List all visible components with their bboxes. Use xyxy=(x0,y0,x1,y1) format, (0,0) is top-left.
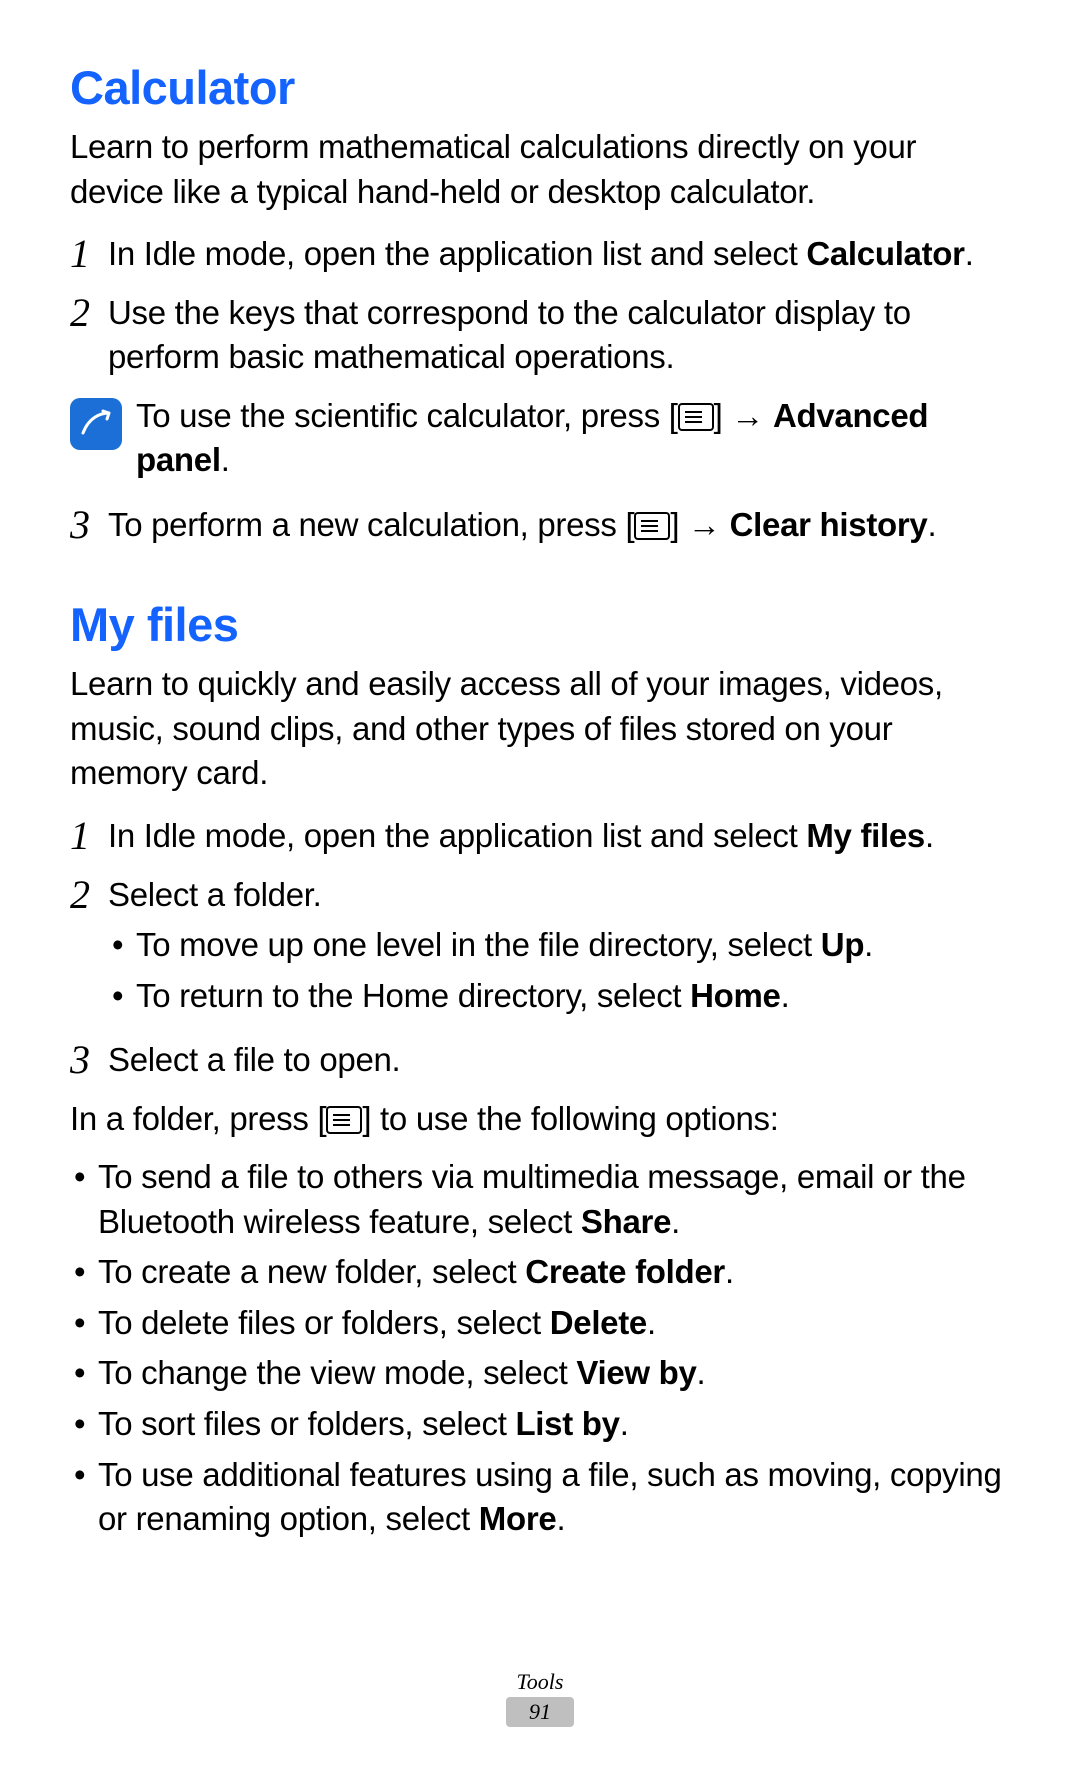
step-text: In Idle mode, open the application list … xyxy=(108,232,1010,277)
option-item: To sort files or folders, select List by… xyxy=(70,1402,1010,1447)
note-post: . xyxy=(221,441,230,478)
note-icon xyxy=(70,398,122,450)
opt-bold: More xyxy=(479,1500,557,1537)
step-number: 2 xyxy=(70,293,108,333)
sub-bold: Up xyxy=(821,926,864,963)
post-pre: In a folder, press [ xyxy=(70,1100,326,1137)
step-number: 1 xyxy=(70,234,108,274)
opt-pre: To create a new folder, select xyxy=(98,1253,525,1290)
calculator-note: To use the scientific calculator, press … xyxy=(70,394,1010,483)
section-gap xyxy=(70,561,1010,597)
myfiles-intro: Learn to quickly and easily access all o… xyxy=(70,662,1010,796)
step-number: 3 xyxy=(70,505,108,545)
calculator-steps: 1 In Idle mode, open the application lis… xyxy=(70,232,1010,380)
footer-section-label: Tools xyxy=(0,1669,1080,1695)
step-text-pre: In Idle mode, open the application list … xyxy=(108,235,806,272)
myfiles-options: To send a file to others via multimedia … xyxy=(70,1155,1010,1541)
myfiles-after-steps: In a folder, press [ ] to use the followi… xyxy=(70,1097,1010,1142)
opt-pre: To sort files or folders, select xyxy=(98,1405,515,1442)
opt-post: . xyxy=(620,1405,629,1442)
step-mid: ] → xyxy=(670,506,729,543)
menu-icon xyxy=(678,398,714,426)
sub-pre: To move up one level in the file directo… xyxy=(136,926,821,963)
opt-bold: Delete xyxy=(550,1304,647,1341)
option-item: To delete files or folders, select Delet… xyxy=(70,1301,1010,1346)
opt-bold: View by xyxy=(576,1354,696,1391)
footer-page-number: 91 xyxy=(506,1697,574,1727)
menu-icon xyxy=(634,507,670,535)
step-bold: My files xyxy=(806,817,925,854)
myfiles-heading: My files xyxy=(70,597,1010,652)
step-text: To perform a new calculation, press [ ] →… xyxy=(108,503,1010,548)
step-main: Select a folder. xyxy=(108,876,322,913)
step-post: . xyxy=(925,817,934,854)
opt-post: . xyxy=(647,1304,656,1341)
mf-step-1: 1 In Idle mode, open the application lis… xyxy=(70,814,1010,859)
note-icon-wrap xyxy=(70,398,122,450)
mf-step-3: 3 Select a file to open. xyxy=(70,1038,1010,1083)
step-number: 1 xyxy=(70,816,108,856)
sub-post: . xyxy=(781,977,790,1014)
step-text-bold: Calculator xyxy=(806,235,964,272)
opt-bold: Share xyxy=(581,1203,671,1240)
step-text: In Idle mode, open the application list … xyxy=(108,814,1010,859)
opt-bold: List by xyxy=(515,1405,619,1442)
opt-pre: To send a file to others via multimedia … xyxy=(98,1158,966,1240)
calculator-heading: Calculator xyxy=(70,60,1010,115)
sub-item: To move up one level in the file directo… xyxy=(108,923,1010,968)
step-number: 2 xyxy=(70,875,108,915)
manual-page: Calculator Learn to perform mathematical… xyxy=(0,0,1080,1771)
calculator-intro: Learn to perform mathematical calculatio… xyxy=(70,125,1010,214)
myfiles-steps: 1 In Idle mode, open the application lis… xyxy=(70,814,1010,1083)
note-mid: ] → xyxy=(714,397,773,434)
step-pre: In Idle mode, open the application list … xyxy=(108,817,806,854)
note-text: To use the scientific calculator, press … xyxy=(136,394,1010,483)
step-text: Select a file to open. xyxy=(108,1038,1010,1083)
sub-pre: To return to the Home directory, select xyxy=(136,977,690,1014)
mf-step-2-sub: To move up one level in the file directo… xyxy=(108,923,1010,1018)
calc-step-1: 1 In Idle mode, open the application lis… xyxy=(70,232,1010,277)
opt-bold: Create folder xyxy=(525,1253,725,1290)
step-text-post: . xyxy=(965,235,974,272)
option-item: To send a file to others via multimedia … xyxy=(70,1155,1010,1244)
calculator-steps-cont: 3 To perform a new calculation, press []… xyxy=(70,503,1010,548)
mf-step-2: 2 Select a folder. To move up one level … xyxy=(70,873,1010,1025)
calc-step-3: 3 To perform a new calculation, press []… xyxy=(70,503,1010,548)
step-bold: Clear history xyxy=(730,506,928,543)
opt-post: . xyxy=(671,1203,680,1240)
step-text: Use the keys that correspond to the calc… xyxy=(108,291,1010,380)
step-post: . xyxy=(927,506,936,543)
opt-pre: To change the view mode, select xyxy=(98,1354,576,1391)
step-number: 3 xyxy=(70,1040,108,1080)
opt-post: . xyxy=(725,1253,734,1290)
option-item: To change the view mode, select View by. xyxy=(70,1351,1010,1396)
page-footer: Tools 91 xyxy=(0,1669,1080,1727)
option-item: To create a new folder, select Create fo… xyxy=(70,1250,1010,1295)
step-text: Select a folder. To move up one level in… xyxy=(108,873,1010,1025)
step-pre: To perform a new calculation, press [ xyxy=(108,506,634,543)
sub-item: To return to the Home directory, select … xyxy=(108,974,1010,1019)
menu-icon xyxy=(326,1101,362,1129)
opt-post: . xyxy=(697,1354,706,1391)
sub-post: . xyxy=(864,926,873,963)
opt-post: . xyxy=(556,1500,565,1537)
calc-step-2: 2 Use the keys that correspond to the ca… xyxy=(70,291,1010,380)
option-item: To use additional features using a file,… xyxy=(70,1453,1010,1542)
sub-bold: Home xyxy=(690,977,781,1014)
opt-pre: To delete files or folders, select xyxy=(98,1304,550,1341)
post-post: ] to use the following options: xyxy=(362,1100,778,1137)
note-pre: To use the scientific calculator, press … xyxy=(136,397,678,434)
